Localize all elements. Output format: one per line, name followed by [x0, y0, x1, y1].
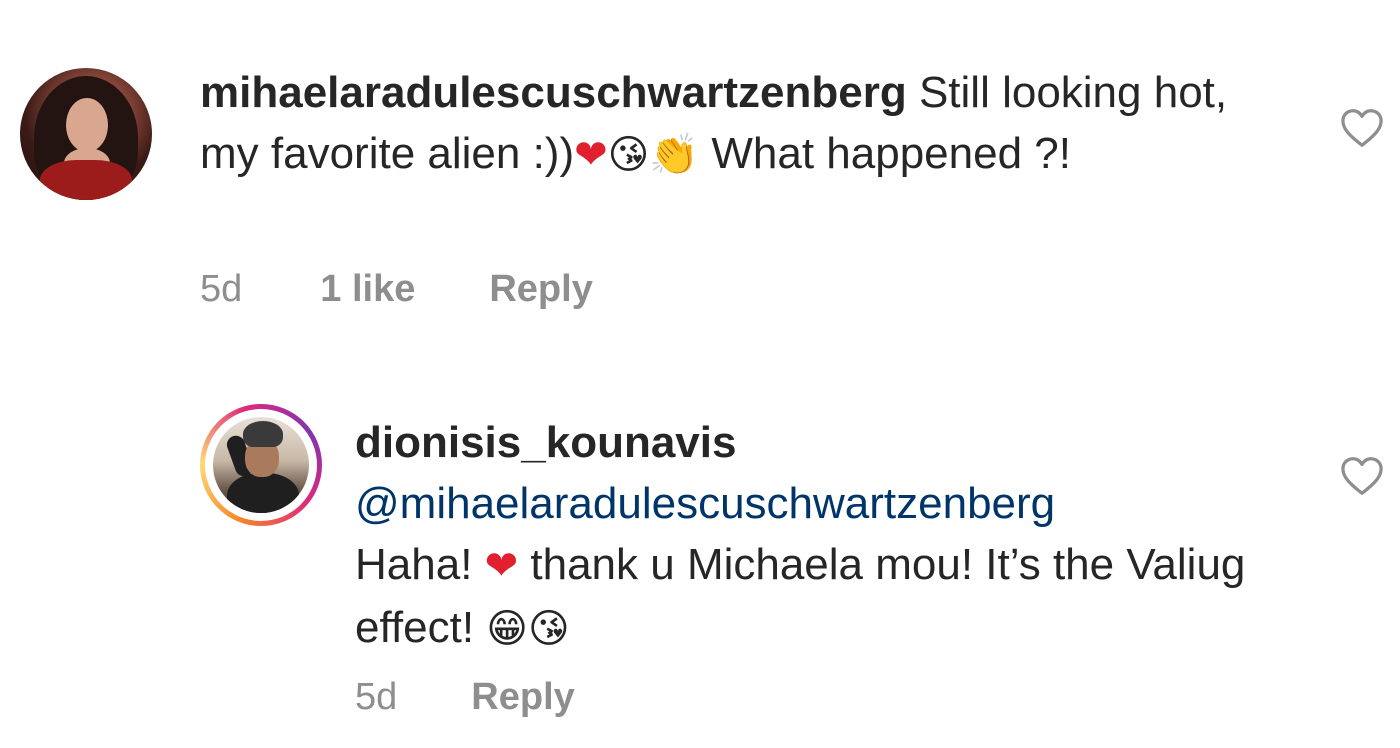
comment-text: mihaelaradulescuschwartzenberg Still loo…: [200, 62, 1290, 186]
mention-link[interactable]: @mihaelaradulescuschwartzenberg: [355, 479, 1055, 528]
avatar-body-shape: [227, 473, 299, 513]
story-ring[interactable]: [200, 404, 322, 526]
red-heart-emoji-icon: ❤: [484, 543, 519, 589]
comment-meta: 5d Reply: [355, 676, 575, 719]
comment-body-part: Haha!: [355, 540, 485, 589]
comment-item: mihaelaradulescuschwartzenberg Still loo…: [0, 0, 1400, 340]
comment-username[interactable]: mihaelaradulescuschwartzenberg: [200, 68, 907, 117]
reply-button[interactable]: Reply: [471, 676, 574, 719]
avatar: [213, 417, 309, 513]
heart-outline-icon[interactable]: [1340, 456, 1384, 496]
reply-button[interactable]: Reply: [489, 268, 592, 311]
red-heart-emoji-icon: ❤: [574, 132, 608, 178]
kissing-face-emoji-icon: 😘: [527, 606, 570, 652]
avatar-dress-shape: [40, 160, 132, 200]
avatar[interactable]: [20, 68, 152, 200]
kissing-face-emoji-icon: 😘: [607, 132, 650, 178]
comment-timestamp: 5d: [355, 676, 398, 718]
comment-text: dionisis_kounavis @mihaelaradulescuschwar…: [355, 412, 1315, 660]
heart-outline-icon[interactable]: [1340, 108, 1384, 148]
comment-meta: 5d 1 like Reply: [200, 268, 593, 311]
comment-body-part: What happened ?!: [699, 129, 1071, 178]
avatar-face-shape: [66, 98, 108, 152]
comment-likes-count[interactable]: 1 like: [320, 268, 415, 311]
comment-reply-item: dionisis_kounavis @mihaelaradulescuschwar…: [0, 390, 1400, 748]
clapping-hands-emoji-icon: 👏: [649, 132, 700, 178]
comment-username[interactable]: dionisis_kounavis: [355, 418, 736, 467]
comment-timestamp: 5d: [200, 268, 243, 310]
grinning-face-emoji-icon: 😁: [486, 606, 528, 652]
avatar-beanie-shape: [243, 421, 283, 447]
comment-thread: mihaelaradulescuschwartzenberg Still loo…: [0, 0, 1400, 748]
